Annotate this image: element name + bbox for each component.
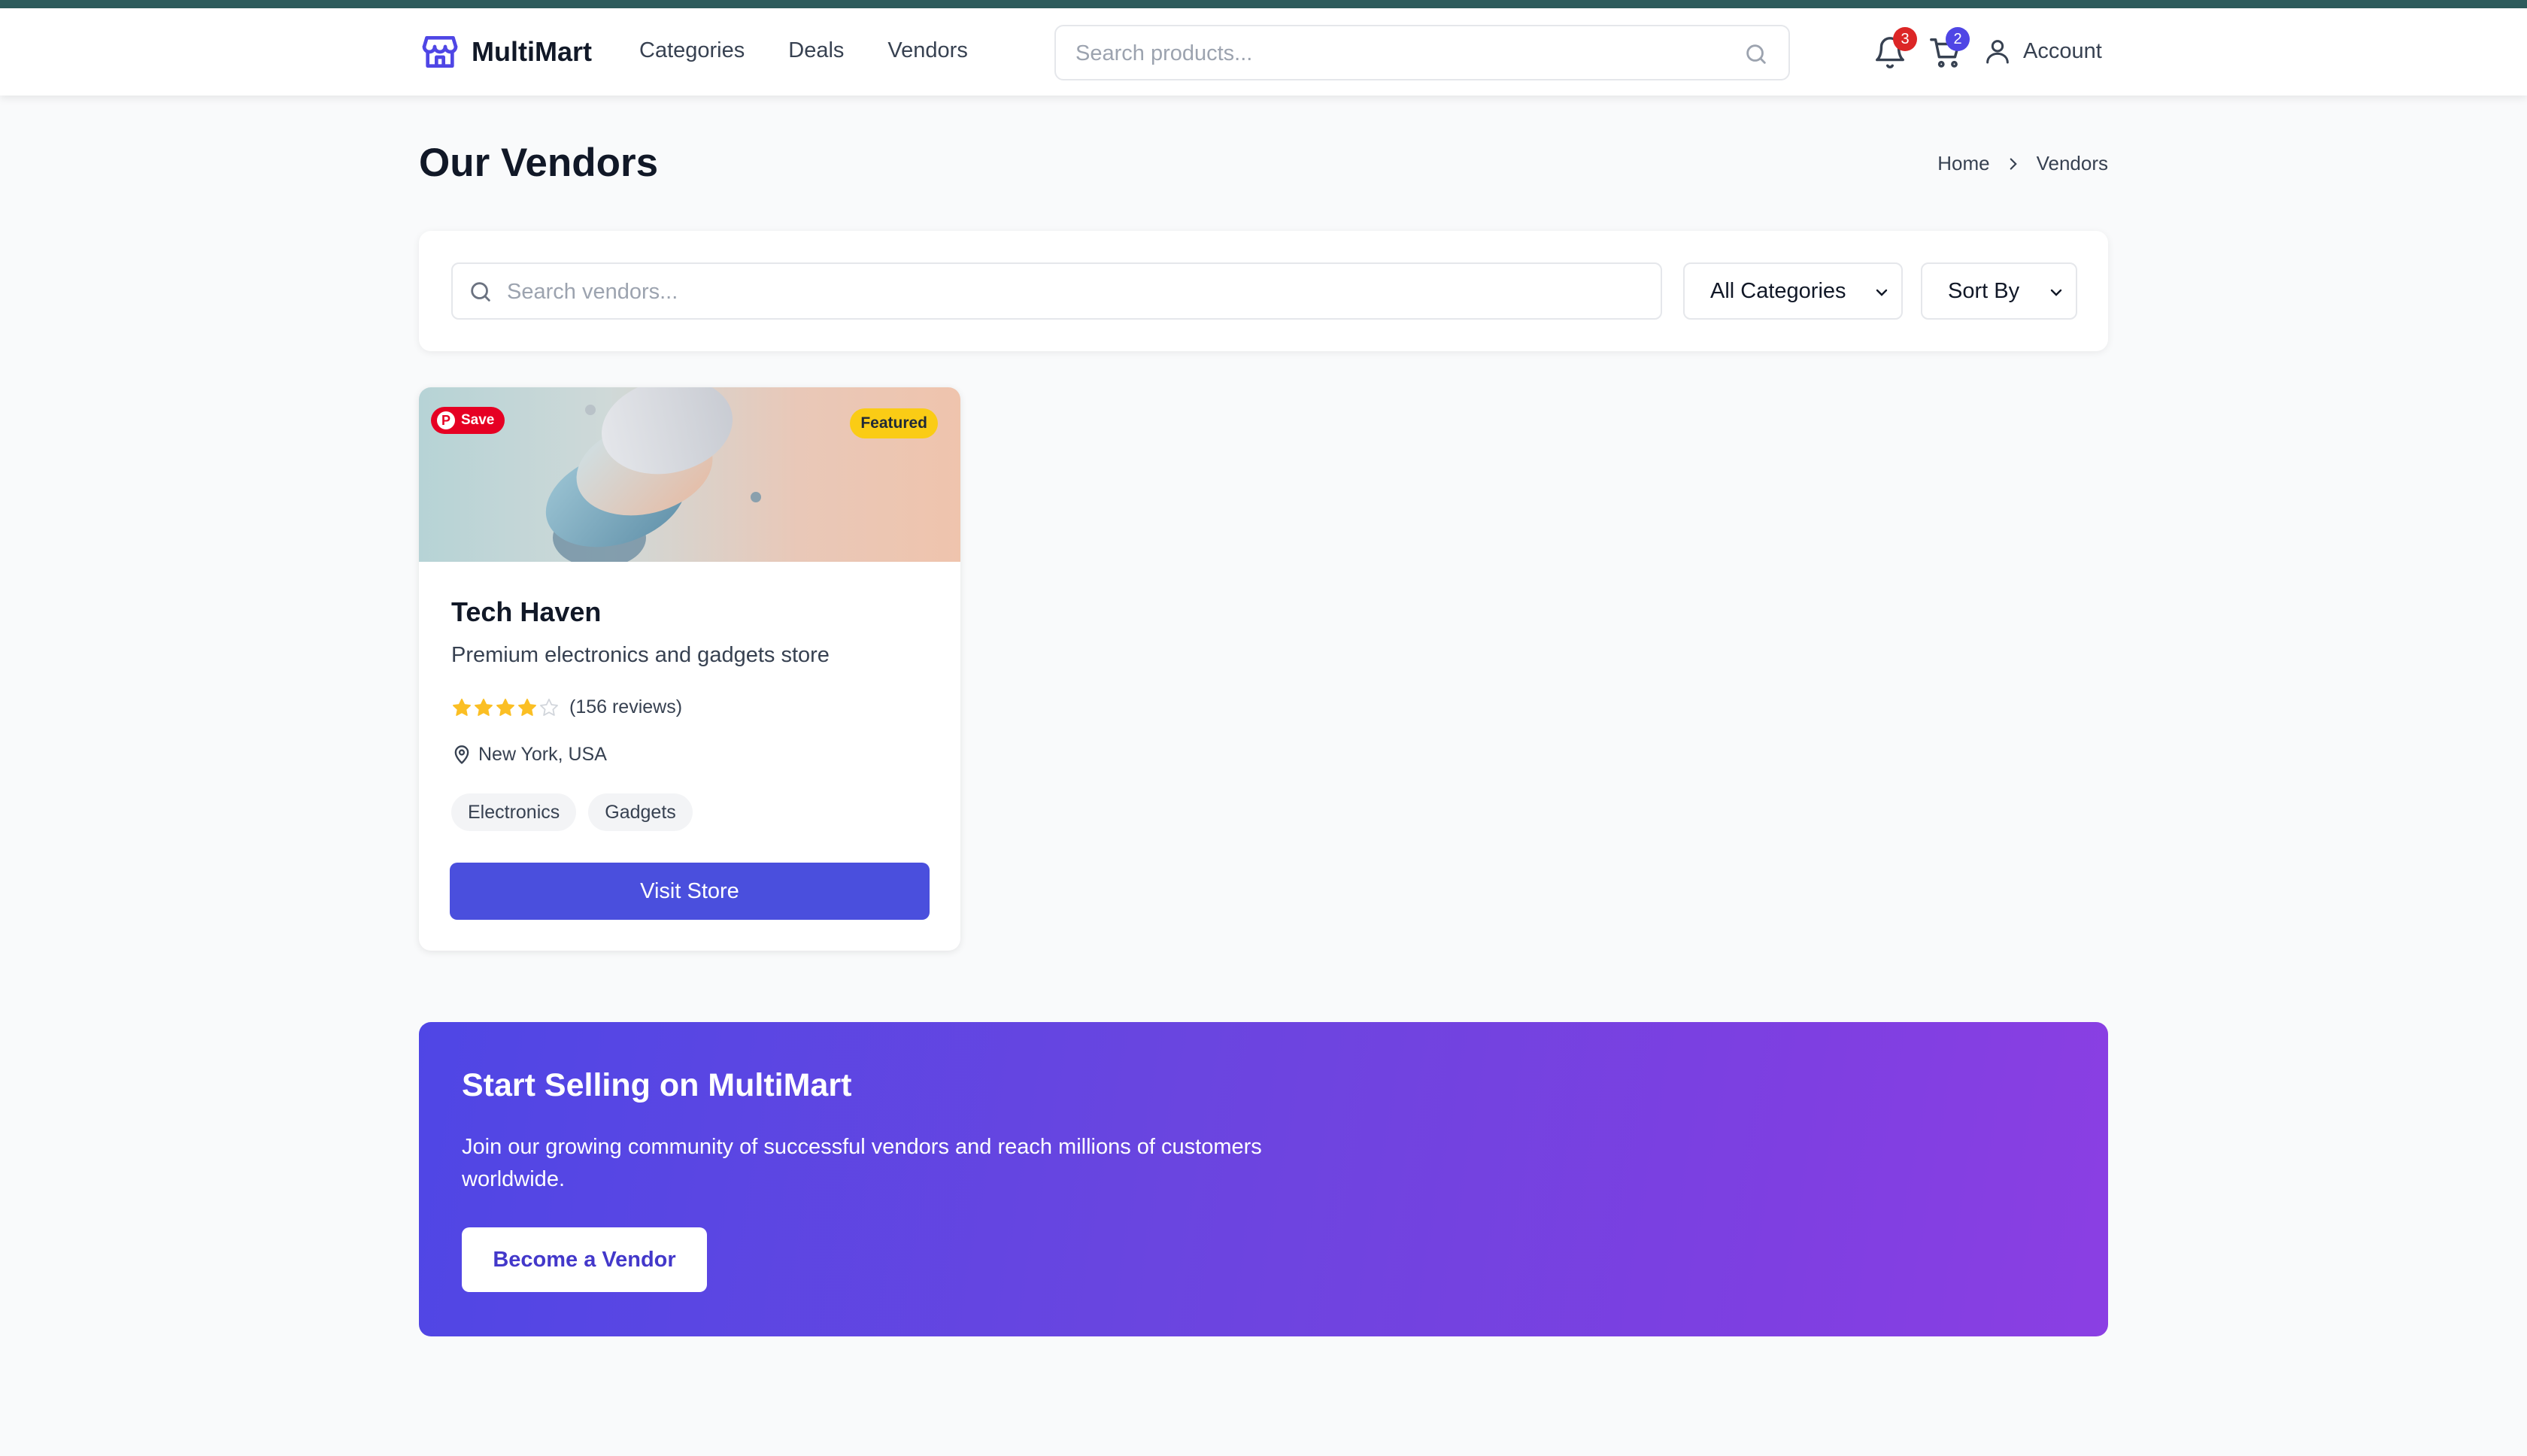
map-pin-icon xyxy=(454,745,469,764)
vendor-search-input[interactable] xyxy=(507,278,1635,305)
vendor-location: New York, USA xyxy=(451,744,607,766)
nav-vendors[interactable]: Vendors xyxy=(887,38,967,63)
notifications-count-badge: 3 xyxy=(1893,27,1917,51)
save-label: Save xyxy=(461,412,495,428)
pinterest-icon: P xyxy=(437,411,455,429)
account-menu[interactable]: Account xyxy=(1982,36,2102,66)
category-select[interactable]: All Categories xyxy=(1683,262,1903,320)
vendor-card: P Save Featured Tech Haven Premium elect… xyxy=(419,387,960,951)
breadcrumb: Home Vendors xyxy=(1937,152,2108,175)
sort-select-value: Sort By xyxy=(1948,279,2020,303)
page-title: Our Vendors xyxy=(419,141,659,185)
star-filled-icon xyxy=(518,698,536,716)
breadcrumb-current: Vendors xyxy=(2036,152,2108,174)
star-filled-icon xyxy=(496,698,514,716)
become-vendor-button[interactable]: Become a Vendor xyxy=(462,1227,707,1292)
search-icon xyxy=(471,282,490,302)
chevron-down-icon xyxy=(1876,289,1888,296)
notifications-button[interactable]: 3 xyxy=(1873,27,1917,71)
location-text: New York, USA xyxy=(478,744,607,765)
product-search-box xyxy=(1054,25,1790,80)
top-accent-strip xyxy=(0,0,2527,8)
site-header: MultiMart Categories Deals Vendors 3 2 A… xyxy=(0,8,2527,96)
brand-logo[interactable]: MultiMart xyxy=(419,30,592,74)
pinterest-save-button[interactable]: P Save xyxy=(431,407,505,434)
breadcrumb-home[interactable]: Home xyxy=(1937,152,1989,175)
vendor-name[interactable]: Tech Haven xyxy=(451,596,601,628)
star-filled-icon xyxy=(453,698,471,716)
cta-text: Join our growing community of successful… xyxy=(462,1135,1262,1191)
vendor-description: Premium electronics and gadgets store xyxy=(451,643,830,667)
product-search-input[interactable] xyxy=(1075,40,1715,67)
vendor-filter-bar: All Categories Sort By xyxy=(419,231,2108,351)
cart-count-badge: 2 xyxy=(1946,27,1970,51)
chevron-right-icon xyxy=(2010,157,2017,170)
tag-gadgets[interactable]: Gadgets xyxy=(588,793,693,831)
review-count: (156 reviews) xyxy=(569,696,683,717)
brand-name: MultiMart xyxy=(472,36,592,67)
chevron-down-icon xyxy=(2050,289,2062,296)
cart-button[interactable]: 2 xyxy=(1928,27,1970,71)
storefront-icon xyxy=(422,36,458,68)
main-nav: Categories Deals Vendors xyxy=(639,38,968,63)
visit-store-button[interactable]: Visit Store xyxy=(450,863,930,920)
featured-badge: Featured xyxy=(850,408,938,438)
search-icon[interactable] xyxy=(1743,41,1769,67)
tag-electronics[interactable]: Electronics xyxy=(451,793,577,831)
account-label: Account xyxy=(2023,38,2102,63)
sort-select[interactable]: Sort By xyxy=(1921,262,2077,320)
category-select-value: All Categories xyxy=(1710,279,1846,303)
nav-categories[interactable]: Categories xyxy=(639,38,745,63)
vendor-rating: (156 reviews) xyxy=(451,696,682,718)
vendor-banner-image: P Save Featured xyxy=(419,387,960,562)
become-vendor-banner: Start Selling on MultiMart Join our grow… xyxy=(419,1022,2108,1336)
user-icon xyxy=(1986,40,2009,64)
star-filled-icon xyxy=(475,698,493,716)
nav-deals[interactable]: Deals xyxy=(788,38,844,63)
cta-title: Start Selling on MultiMart xyxy=(462,1067,852,1103)
star-empty-icon xyxy=(540,698,558,716)
vendor-tags: Electronics Gadgets xyxy=(451,793,693,831)
vendor-search-box xyxy=(451,262,1662,320)
star-rating xyxy=(451,697,560,718)
